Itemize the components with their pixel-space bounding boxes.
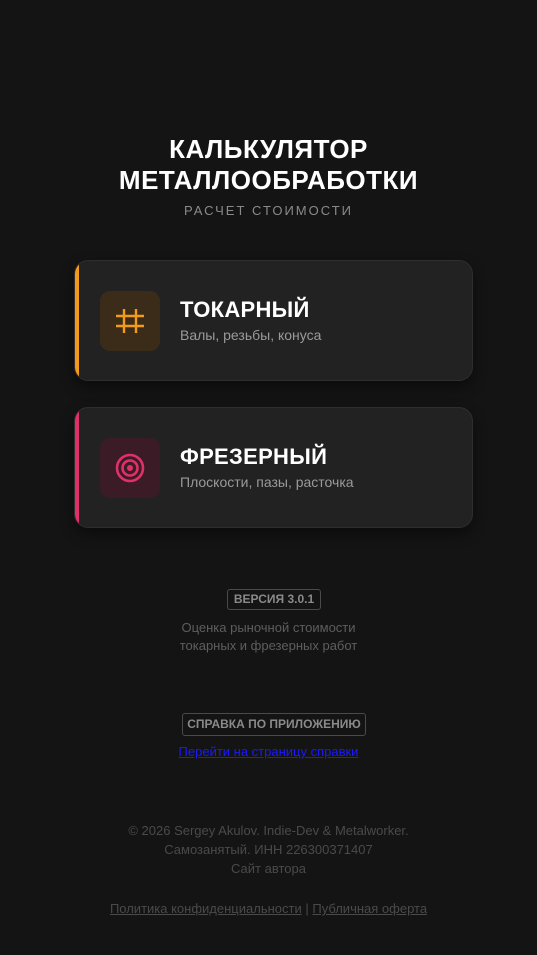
card-title: ТОКАРНЫЙ [180,297,310,322]
milling-target-icon [100,438,160,498]
legal-links: Политика конфиденциальности | Публичная … [0,901,537,916]
version-badge: ВЕРСИЯ 3.0.1 [227,589,321,610]
version-description-line2: токарных и фрезерных работ [179,638,358,653]
card-description: Плоскости, пазы, расточка [180,474,354,490]
footer: © 2026 Sergey Akulov. Indie-Dev & Metalw… [0,821,537,878]
help-page-link[interactable]: Перейти на страницу справки [179,744,359,759]
page-subtitle: РАСЧЕТ СТОИМОСТИ [184,203,353,218]
help-link-wrapper: Перейти на страницу справки [0,744,537,759]
help-badge: СПРАВКА ПО ПРИЛОЖЕНИЮ [182,713,366,736]
footer-copyright: © 2026 Sergey Akulov. Indie-Dev & Metalw… [128,823,409,838]
version-description: Оценка рыночной стоимости токарных и фре… [0,619,537,655]
milling-calculator-card[interactable]: ФРЕЗЕРНЫЙ Плоскости, пазы, расточка [74,407,473,528]
page-title-line2: МЕТАЛЛООБРАБОТКИ [118,165,419,195]
turning-calculator-card[interactable]: ТОКАРНЫЙ Валы, резьбы, конуса [74,260,473,381]
card-title: ФРЕЗЕРНЫЙ [180,444,328,469]
privacy-policy-link[interactable]: Политика конфиденциальности [110,901,302,916]
card-description: Валы, резьбы, конуса [180,327,322,343]
version-description-line1: Оценка рыночной стоимости [181,620,356,635]
footer-tax-status: Самозанятый. ИНН 226300371407 [164,842,373,857]
card-accent-bar [75,408,79,527]
page-title-line1: КАЛЬКУЛЯТОР [169,134,368,164]
author-site-link[interactable]: Сайт автора [0,859,537,878]
public-offer-link[interactable]: Публичная оферта [312,901,427,916]
card-accent-bar [75,261,79,380]
lathe-icon [100,291,160,351]
legal-separator: | [305,901,309,916]
page-title: КАЛЬКУЛЯТОР МЕТАЛЛООБРАБОТКИ [0,134,537,196]
